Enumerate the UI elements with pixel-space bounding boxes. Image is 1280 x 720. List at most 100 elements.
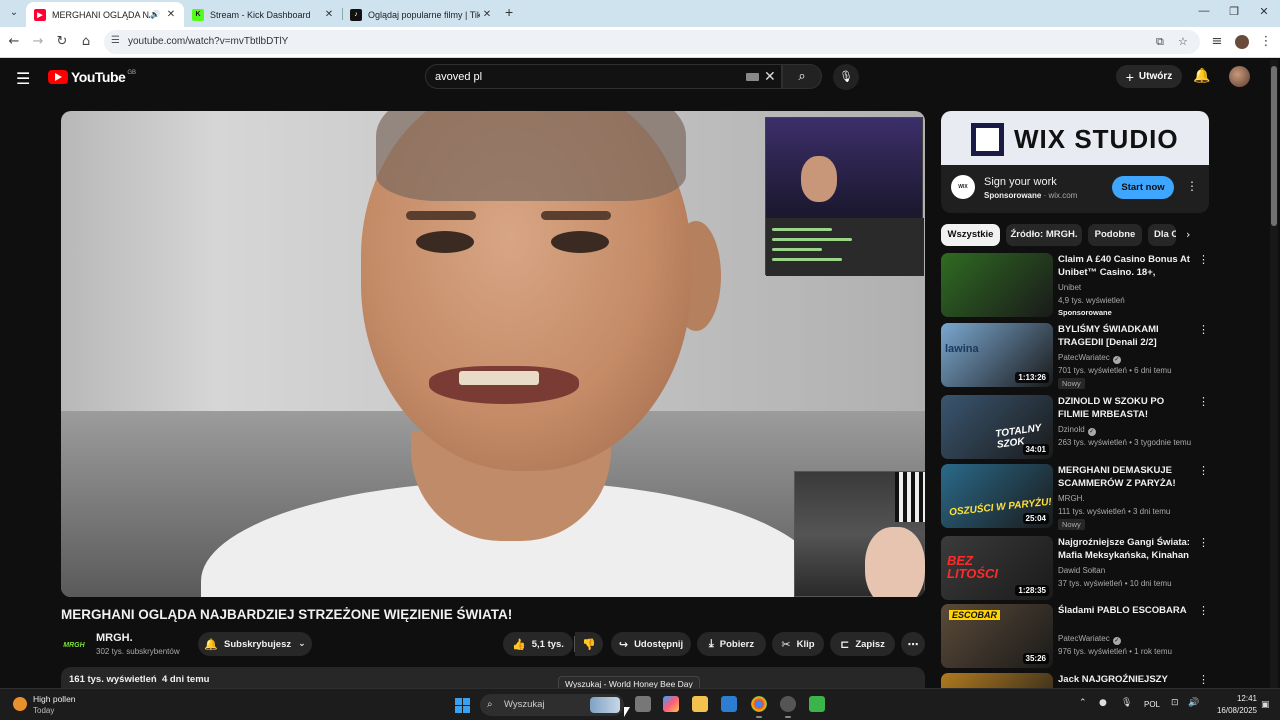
- clear-search-icon[interactable]: ✕: [764, 68, 776, 85]
- chevron-right-icon[interactable]: ›: [1186, 228, 1190, 241]
- channel-name[interactable]: MRGH.: [96, 632, 133, 644]
- more-actions-icon[interactable]: ⋯: [901, 632, 925, 656]
- more-options-icon[interactable]: ⋮: [1198, 253, 1209, 266]
- more-options-icon[interactable]: ⋮: [1198, 673, 1209, 686]
- ad-banner[interactable]: WIX STUDIO: [941, 111, 1209, 165]
- video-thumbnail[interactable]: ESCOBAR 35:26: [941, 604, 1053, 668]
- more-options-icon[interactable]: ⋮: [1198, 536, 1209, 549]
- chip-for-you[interactable]: Dla Ciebie: [1148, 224, 1176, 246]
- volume-icon[interactable]: 🔊: [1188, 698, 1199, 708]
- recommendation-title[interactable]: Najgroźniejsze Gangi Świata: Mafia Meksy…: [1058, 536, 1193, 563]
- notifications-bell-icon[interactable]: 🔔: [1193, 68, 1210, 84]
- clip-button[interactable]: ✂ Klip: [772, 632, 824, 656]
- video-thumbnail[interactable]: BEZ LITOŚCI 1:28:35: [941, 536, 1053, 600]
- speaker-icon[interactable]: 🔊: [150, 10, 160, 19]
- profile-avatar[interactable]: [1235, 35, 1249, 49]
- video-thumbnail[interactable]: [941, 253, 1053, 317]
- more-options-icon[interactable]: ⋮: [1198, 395, 1209, 408]
- recommendation-item[interactable]: Jack NAJGROŹNIEJSZY ⋮: [941, 673, 1209, 688]
- video-thumbnail[interactable]: TOTALNY SZOK 34:01: [941, 395, 1053, 459]
- recommendation-channel[interactable]: Unibet: [1058, 283, 1081, 292]
- recommendation-channel[interactable]: PatecWariatec: [1058, 353, 1110, 362]
- tray-app-icon[interactable]: ●: [1099, 698, 1107, 708]
- search-input[interactable]: avoved pl ✕: [425, 64, 782, 89]
- more-options-icon[interactable]: ⋮: [1198, 464, 1209, 477]
- account-avatar[interactable]: [1229, 66, 1250, 87]
- chip-all[interactable]: Wszystkie: [941, 224, 1000, 246]
- save-button[interactable]: ⊏ Zapisz: [830, 632, 895, 656]
- address-bar[interactable]: ☰ youtube.com/watch?v=mvTbtlbDTlY ⧉ ☆: [104, 30, 1200, 54]
- tray-microphone-icon[interactable]: 🎙: [1121, 698, 1132, 708]
- url-text[interactable]: youtube.com/watch?v=mvTbtlbDTlY: [128, 36, 288, 47]
- recommendation-channel[interactable]: PatecWariatec: [1058, 634, 1110, 643]
- download-button[interactable]: ⤓ Pobierz: [697, 632, 766, 656]
- page-scrollbar[interactable]: [1270, 60, 1278, 688]
- new-tab-plus-icon[interactable]: +: [505, 4, 513, 20]
- reload-icon[interactable]: ↻: [54, 34, 70, 50]
- advertiser-logo[interactable]: WIX STUDIO: [951, 175, 975, 214]
- kebab-menu-icon[interactable]: ⋮: [1258, 34, 1274, 50]
- chip-source[interactable]: Źródło: MRGH.: [1006, 224, 1082, 246]
- video-thumbnail[interactable]: [941, 673, 1053, 688]
- video-player[interactable]: [61, 111, 925, 597]
- microsoft-store-icon[interactable]: [721, 696, 737, 712]
- task-view-icon[interactable]: [635, 696, 651, 712]
- media-controls-icon[interactable]: ≡: [1209, 34, 1225, 50]
- back-arrow-icon[interactable]: ←: [6, 34, 22, 50]
- windows-start-icon[interactable]: [455, 698, 470, 713]
- recommendation-item[interactable]: lawina 1:13:26 BYLIŚMY ŚWIADKAMI TRAGEDII …: [941, 323, 1209, 389]
- subscribed-button[interactable]: 🔔 Subskrybujesz ⌄: [198, 632, 312, 656]
- chrome-icon[interactable]: [751, 696, 767, 718]
- recommendation-title[interactable]: Claim A £40 Casino Bonus At Unibet™ Casi…: [1058, 253, 1193, 280]
- tab-youtube[interactable]: ▶ MERGHANI OGLĄDA NAJBARDZIEJ STRZEŻONE …: [26, 2, 184, 27]
- notification-center-icon[interactable]: ▣: [1261, 700, 1270, 710]
- video-thumbnail[interactable]: OSZUŚCI W PARYŻU! 25:04: [941, 464, 1053, 528]
- recommendation-channel[interactable]: Dzinold: [1058, 425, 1085, 434]
- youtube-logo[interactable]: YouTube GB: [48, 69, 136, 85]
- restore-icon[interactable]: ❐: [1224, 5, 1244, 18]
- keyboard-icon[interactable]: [746, 73, 759, 81]
- close-window-icon[interactable]: ✕: [1254, 5, 1274, 18]
- ad-headline[interactable]: Sign your work: [984, 176, 1057, 188]
- recommendation-item[interactable]: Claim A £40 Casino Bonus At Unibet™ Casi…: [941, 253, 1209, 317]
- recommendation-item[interactable]: BEZ LITOŚCI 1:28:35 Najgroźniejsze Gangi Ś…: [941, 536, 1209, 600]
- close-icon[interactable]: ✕: [322, 9, 336, 20]
- tray-chevron-up-icon[interactable]: ⌃: [1079, 698, 1087, 708]
- recommendation-title[interactable]: BYLIŚMY ŚWIADKAMI TRAGEDII [Denali 2/2]: [1058, 323, 1193, 349]
- dislike-button[interactable]: 👎: [575, 632, 603, 656]
- install-app-icon[interactable]: ⧉: [1156, 35, 1164, 49]
- network-icon[interactable]: ⊡: [1171, 698, 1179, 708]
- more-options-icon[interactable]: ⋮: [1198, 604, 1209, 617]
- obs-icon[interactable]: [780, 696, 796, 718]
- ad-cta-button[interactable]: Start now: [1112, 176, 1174, 199]
- search-icon[interactable]: ⌕: [782, 64, 822, 89]
- tab-kick[interactable]: K Stream - Kick Dashboard ✕: [184, 2, 342, 27]
- recommendation-title[interactable]: DZINOLD W SZOKU PO FILMIE MRBEASTA!: [1058, 395, 1193, 421]
- recommendation-item[interactable]: TOTALNY SZOK 34:01 DZINOLD W SZOKU PO FILM…: [941, 395, 1209, 459]
- forward-arrow-icon[interactable]: →: [30, 34, 46, 50]
- tab-search-chevron-icon[interactable]: ⌄: [6, 5, 22, 21]
- weather-pollen-icon[interactable]: [13, 697, 27, 711]
- like-button[interactable]: 👍 5,1 tys.: [503, 632, 573, 656]
- weather-subtitle[interactable]: Today: [33, 706, 54, 715]
- hamburger-menu-icon[interactable]: ☰: [16, 69, 30, 88]
- site-info-icon[interactable]: ☰: [111, 35, 120, 46]
- xbox-icon[interactable]: [809, 696, 825, 712]
- video-thumbnail[interactable]: lawina 1:13:26: [941, 323, 1053, 387]
- microphone-icon[interactable]: 🎙: [833, 64, 859, 90]
- bookmark-star-icon[interactable]: ☆: [1178, 35, 1188, 48]
- home-icon[interactable]: ⌂: [78, 34, 94, 50]
- clock-time[interactable]: 12:41: [1227, 694, 1257, 703]
- close-icon[interactable]: ✕: [164, 9, 178, 20]
- copilot-icon[interactable]: [663, 696, 679, 712]
- recommendation-channel[interactable]: MRGH.: [1058, 494, 1085, 503]
- taskbar-search[interactable]: ⌕ Wyszukaj: [480, 694, 624, 716]
- tab-tiktok[interactable]: ♪ Oglądaj popularne filmy | TikTok ✕: [342, 2, 500, 27]
- recommendation-item[interactable]: OSZUŚCI W PARYŻU! 25:04 MERGHANI DEMASKUJE…: [941, 464, 1209, 530]
- ad-more-icon[interactable]: ⋮: [1186, 179, 1198, 193]
- close-icon[interactable]: ✕: [480, 9, 494, 20]
- recommendation-title[interactable]: Jack NAJGROŹNIEJSZY: [1058, 673, 1193, 686]
- recommendation-title[interactable]: MERGHANI DEMASKUJE SCAMMERÓW Z PARYŻA!: [1058, 464, 1193, 490]
- more-options-icon[interactable]: ⋮: [1198, 323, 1209, 336]
- keyboard-language[interactable]: POL: [1144, 700, 1160, 709]
